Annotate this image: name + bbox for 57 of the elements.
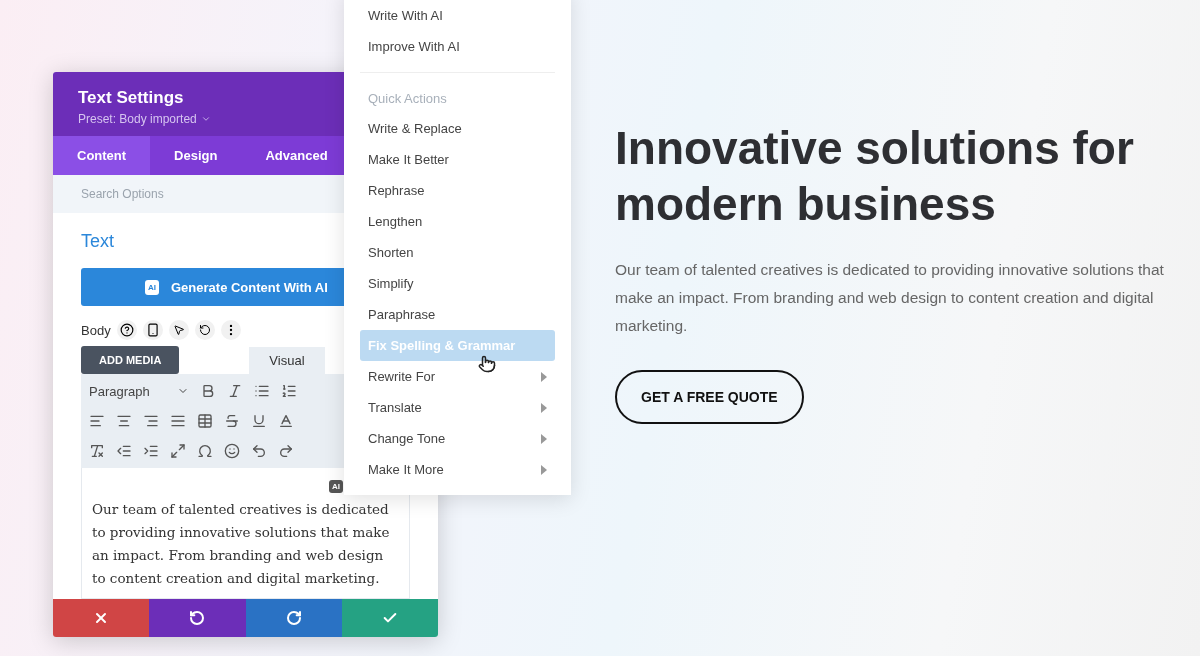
undo-icon — [189, 610, 206, 626]
menu-item[interactable]: Write With AI — [360, 0, 555, 31]
align-right-icon[interactable] — [143, 413, 159, 429]
undo-icon[interactable] — [251, 443, 267, 459]
underline-icon[interactable] — [251, 413, 267, 429]
field-label: Body — [81, 322, 111, 338]
pointer-icon[interactable] — [168, 320, 189, 340]
reset-icon[interactable] — [194, 320, 215, 340]
justify-icon[interactable] — [170, 413, 186, 429]
strikethrough-icon[interactable] — [224, 413, 240, 429]
numbered-list-icon[interactable] — [281, 383, 297, 399]
menu-item[interactable]: Improve With AI — [360, 31, 555, 62]
redo-icon — [285, 610, 302, 626]
bullet-list-icon[interactable] — [254, 383, 270, 399]
caret-icon — [541, 402, 547, 413]
menu-header: Quick Actions — [367, 89, 448, 108]
editor-text: Our team of talented creatives is dedicated to providing innovative solutions that make an impact. From branding and web design to content creation and digital marketing. — [92, 500, 391, 588]
menu-item[interactable]: Make It Better — [360, 144, 555, 175]
bold-icon[interactable] — [200, 383, 216, 399]
emoji-icon[interactable] — [224, 443, 240, 459]
panel-title: Text Settings — [78, 88, 184, 108]
format-select[interactable]: Paragraph — [89, 383, 189, 399]
panel-tab[interactable]: Content — [53, 136, 151, 175]
submenu-item[interactable]: Change Tone — [360, 423, 555, 454]
fullscreen-icon[interactable] — [170, 443, 186, 459]
align-center-icon[interactable] — [116, 413, 132, 429]
editor-tab[interactable]: Visual — [249, 347, 325, 374]
clear-format-icon[interactable] — [89, 443, 105, 459]
more-icon[interactable] — [220, 320, 241, 340]
align-left-icon[interactable] — [89, 413, 105, 429]
submenu-item[interactable]: Translate — [360, 392, 555, 423]
panel-tab[interactable]: Design — [150, 136, 242, 175]
outdent-icon[interactable] — [116, 443, 132, 459]
quote-button[interactable]: GET A FREE QUOTE — [615, 370, 804, 424]
ai-badge[interactable]: AI — [329, 480, 343, 493]
submenu-item[interactable]: Rewrite For — [360, 361, 555, 392]
caret-icon — [200, 114, 211, 124]
redo-button[interactable] — [245, 599, 342, 637]
undo-button[interactable] — [149, 599, 246, 637]
caret-icon — [541, 433, 547, 444]
caret-icon — [541, 464, 547, 475]
phone-icon[interactable] — [142, 320, 163, 340]
redo-icon[interactable] — [278, 443, 294, 459]
hero-text: Our team of talented creatives is dedicated to providing innovative solutions that make an impact. From branding and web design to content creation and digital marketing. — [615, 260, 1165, 336]
section-title: Text — [81, 231, 115, 252]
italic-icon[interactable] — [227, 383, 243, 399]
add-media-button[interactable]: ADD MEDIA — [81, 346, 180, 374]
help-icon[interactable] — [116, 320, 137, 340]
caret-icon — [541, 371, 547, 382]
hero-heading: Innovative solutions for modern business — [615, 121, 1135, 232]
text-color-icon[interactable] — [278, 413, 294, 429]
indent-icon[interactable] — [143, 443, 159, 459]
omega-icon[interactable] — [197, 443, 213, 459]
menu-item[interactable]: Write & Replace — [360, 113, 555, 144]
table-icon[interactable] — [197, 413, 213, 429]
menu-item[interactable]: Shorten — [360, 237, 555, 268]
hand-cursor-icon — [478, 355, 496, 373]
